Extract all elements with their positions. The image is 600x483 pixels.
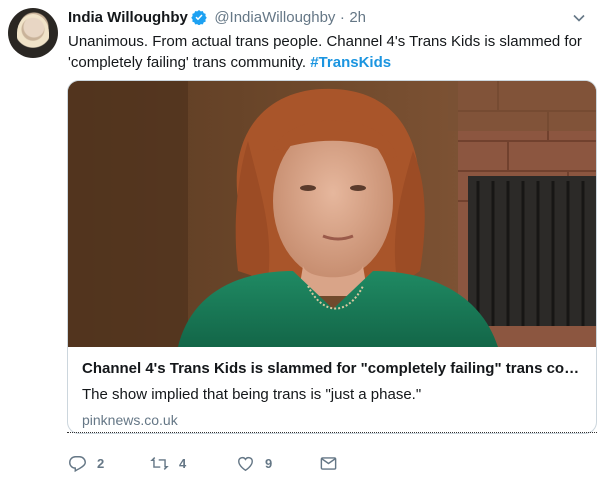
tweet-header: India Willoughby @IndiaWilloughby · 2h [68, 9, 590, 29]
author-name[interactable]: India Willoughby [68, 9, 188, 26]
card-image [68, 81, 596, 347]
heart-icon [238, 456, 253, 471]
direct-message-icon [320, 456, 337, 470]
tweet-timestamp[interactable]: 2h [349, 9, 366, 26]
card-title: Channel 4's Trans Kids is slammed for "c… [82, 360, 584, 377]
direct-message-button[interactable] [319, 452, 338, 474]
card-domain: pinknews.co.uk [82, 412, 178, 428]
hashtag-link[interactable]: #TransKids [310, 54, 391, 71]
retweet-button[interactable]: 4 [150, 452, 186, 474]
verified-badge-icon [191, 10, 207, 25]
chevron-down-icon[interactable] [572, 11, 586, 25]
like-count: 9 [265, 455, 273, 471]
author-handle[interactable]: @IndiaWilloughby [214, 9, 335, 26]
separator-dot: · [339, 9, 345, 26]
like-button[interactable]: 9 [236, 452, 272, 474]
reply-button[interactable]: 2 [68, 452, 104, 474]
avatar[interactable] [8, 8, 58, 58]
avatar-hair [17, 14, 49, 52]
reply-count: 2 [97, 455, 105, 471]
retweet-icon [150, 456, 169, 470]
card-separator [67, 432, 597, 433]
card-description: The show implied that being trans is "ju… [82, 386, 422, 403]
card-body: Channel 4's Trans Kids is slammed for "c… [82, 359, 584, 429]
link-card[interactable]: Channel 4's Trans Kids is slammed for "c… [67, 80, 597, 434]
tweet-text: Unanimous. From actual trans people. Cha… [68, 31, 588, 73]
reply-icon [69, 455, 86, 472]
retweet-count: 4 [179, 455, 187, 471]
